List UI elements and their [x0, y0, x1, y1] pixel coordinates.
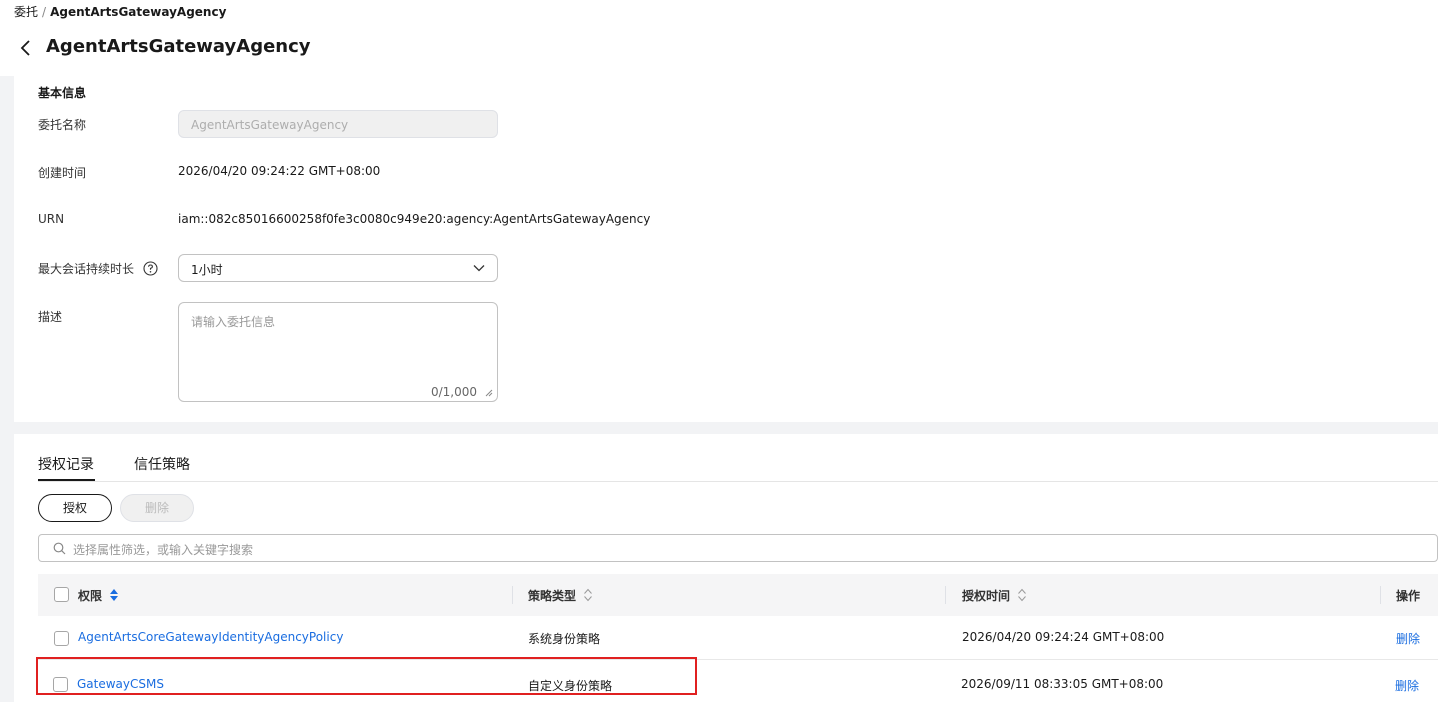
- description-textarea[interactable]: 请输入委托信息 0/1,000: [178, 302, 498, 402]
- created-time-label: 创建时间: [38, 166, 87, 180]
- created-time-value: 2026/04/20 09:24:22 GMT+08:00: [178, 164, 381, 178]
- back-arrow-icon[interactable]: [16, 38, 36, 58]
- resize-handle-icon[interactable]: [485, 389, 493, 397]
- permission-link[interactable]: GatewayCSMS: [77, 677, 164, 691]
- basic-info-card: 基本信息 委托名称 AgentArtsGatewayAgency 创建时间 20…: [14, 76, 1438, 422]
- row-delete-link[interactable]: 删除: [1395, 677, 1419, 694]
- sort-icon[interactable]: [109, 587, 119, 603]
- max-session-duration-label: 最大会话持续时长: [38, 262, 135, 276]
- table-row: GatewayCSMS 自定义身份策略 2026/09/11 08:33:05 …: [38, 661, 1438, 702]
- column-policy-type[interactable]: 策略类型: [528, 587, 576, 604]
- page-title: AgentArtsGatewayAgency: [46, 36, 311, 57]
- authorize-button[interactable]: 授权: [38, 494, 112, 522]
- active-tab-indicator: [38, 479, 95, 481]
- max-session-duration-select[interactable]: 1小时: [178, 254, 498, 282]
- column-permission[interactable]: 权限: [78, 587, 102, 604]
- urn-value: iam::082c85016600258f0fe3c0080c949e20:ag…: [178, 212, 651, 226]
- description-placeholder: 请输入委托信息: [191, 315, 276, 329]
- delete-button: 删除: [120, 494, 194, 522]
- sort-icon[interactable]: [583, 587, 593, 603]
- row-delete-link[interactable]: 删除: [1396, 630, 1420, 647]
- page-header: 委托 / AgentArtsGatewayAgency AgentArtsGatew…: [0, 0, 1438, 76]
- breadcrumb-current: AgentArtsGatewayAgency: [50, 5, 227, 19]
- section-title: 基本信息: [38, 86, 87, 100]
- tab-authorization-records[interactable]: 授权记录: [38, 454, 94, 474]
- tabs-divider: [38, 481, 1438, 482]
- authorized-time-cell: 2026/09/11 08:33:05 GMT+08:00: [961, 677, 1164, 691]
- search-icon: [53, 542, 66, 555]
- column-operation: 操作: [1396, 589, 1421, 603]
- breadcrumb-parent[interactable]: 委托: [14, 5, 38, 19]
- table-row: AgentArtsCoreGatewayIdentityAgencyPolicy…: [38, 616, 1438, 660]
- column-divider[interactable]: [512, 586, 513, 604]
- authorized-time-cell: 2026/04/20 09:24:24 GMT+08:00: [962, 630, 1165, 644]
- select-all-checkbox[interactable]: [54, 587, 69, 602]
- tab-trust-policy[interactable]: 信任策略: [134, 454, 190, 474]
- search-input[interactable]: 选择属性筛选，或输入关键字搜索: [38, 534, 1438, 562]
- row-checkbox[interactable]: [54, 631, 69, 646]
- urn-label: URN: [38, 212, 65, 226]
- table-header: 权限 策略类型 授权时间 操作: [38, 574, 1438, 616]
- chevron-down-icon: [473, 265, 485, 272]
- column-divider[interactable]: [945, 586, 946, 604]
- row-checkbox[interactable]: [53, 677, 68, 692]
- permission-link[interactable]: AgentArtsCoreGatewayIdentityAgencyPolicy: [78, 630, 343, 644]
- character-counter: 0/1,000: [430, 385, 477, 399]
- description-label: 描述: [38, 310, 63, 324]
- breadcrumb-separator: /: [42, 5, 47, 19]
- column-divider[interactable]: [1380, 586, 1381, 604]
- select-value: 1小时: [191, 263, 223, 277]
- breadcrumb: 委托 / AgentArtsGatewayAgency: [14, 3, 226, 20]
- help-circle-icon[interactable]: [143, 261, 158, 276]
- policy-type-cell: 自定义身份策略: [528, 679, 613, 693]
- search-placeholder: 选择属性筛选，或输入关键字搜索: [73, 543, 254, 557]
- authorization-card: 授权记录 信任策略 授权 删除 选择属性筛选，或输入关键字搜索 权限 策略类型 …: [14, 434, 1438, 702]
- agency-name-label: 委托名称: [38, 118, 87, 132]
- policy-type-cell: 系统身份策略: [528, 632, 601, 646]
- agency-name-input: AgentArtsGatewayAgency: [178, 110, 498, 138]
- column-authorized-time[interactable]: 授权时间: [962, 587, 1010, 604]
- sort-icon[interactable]: [1017, 587, 1027, 603]
